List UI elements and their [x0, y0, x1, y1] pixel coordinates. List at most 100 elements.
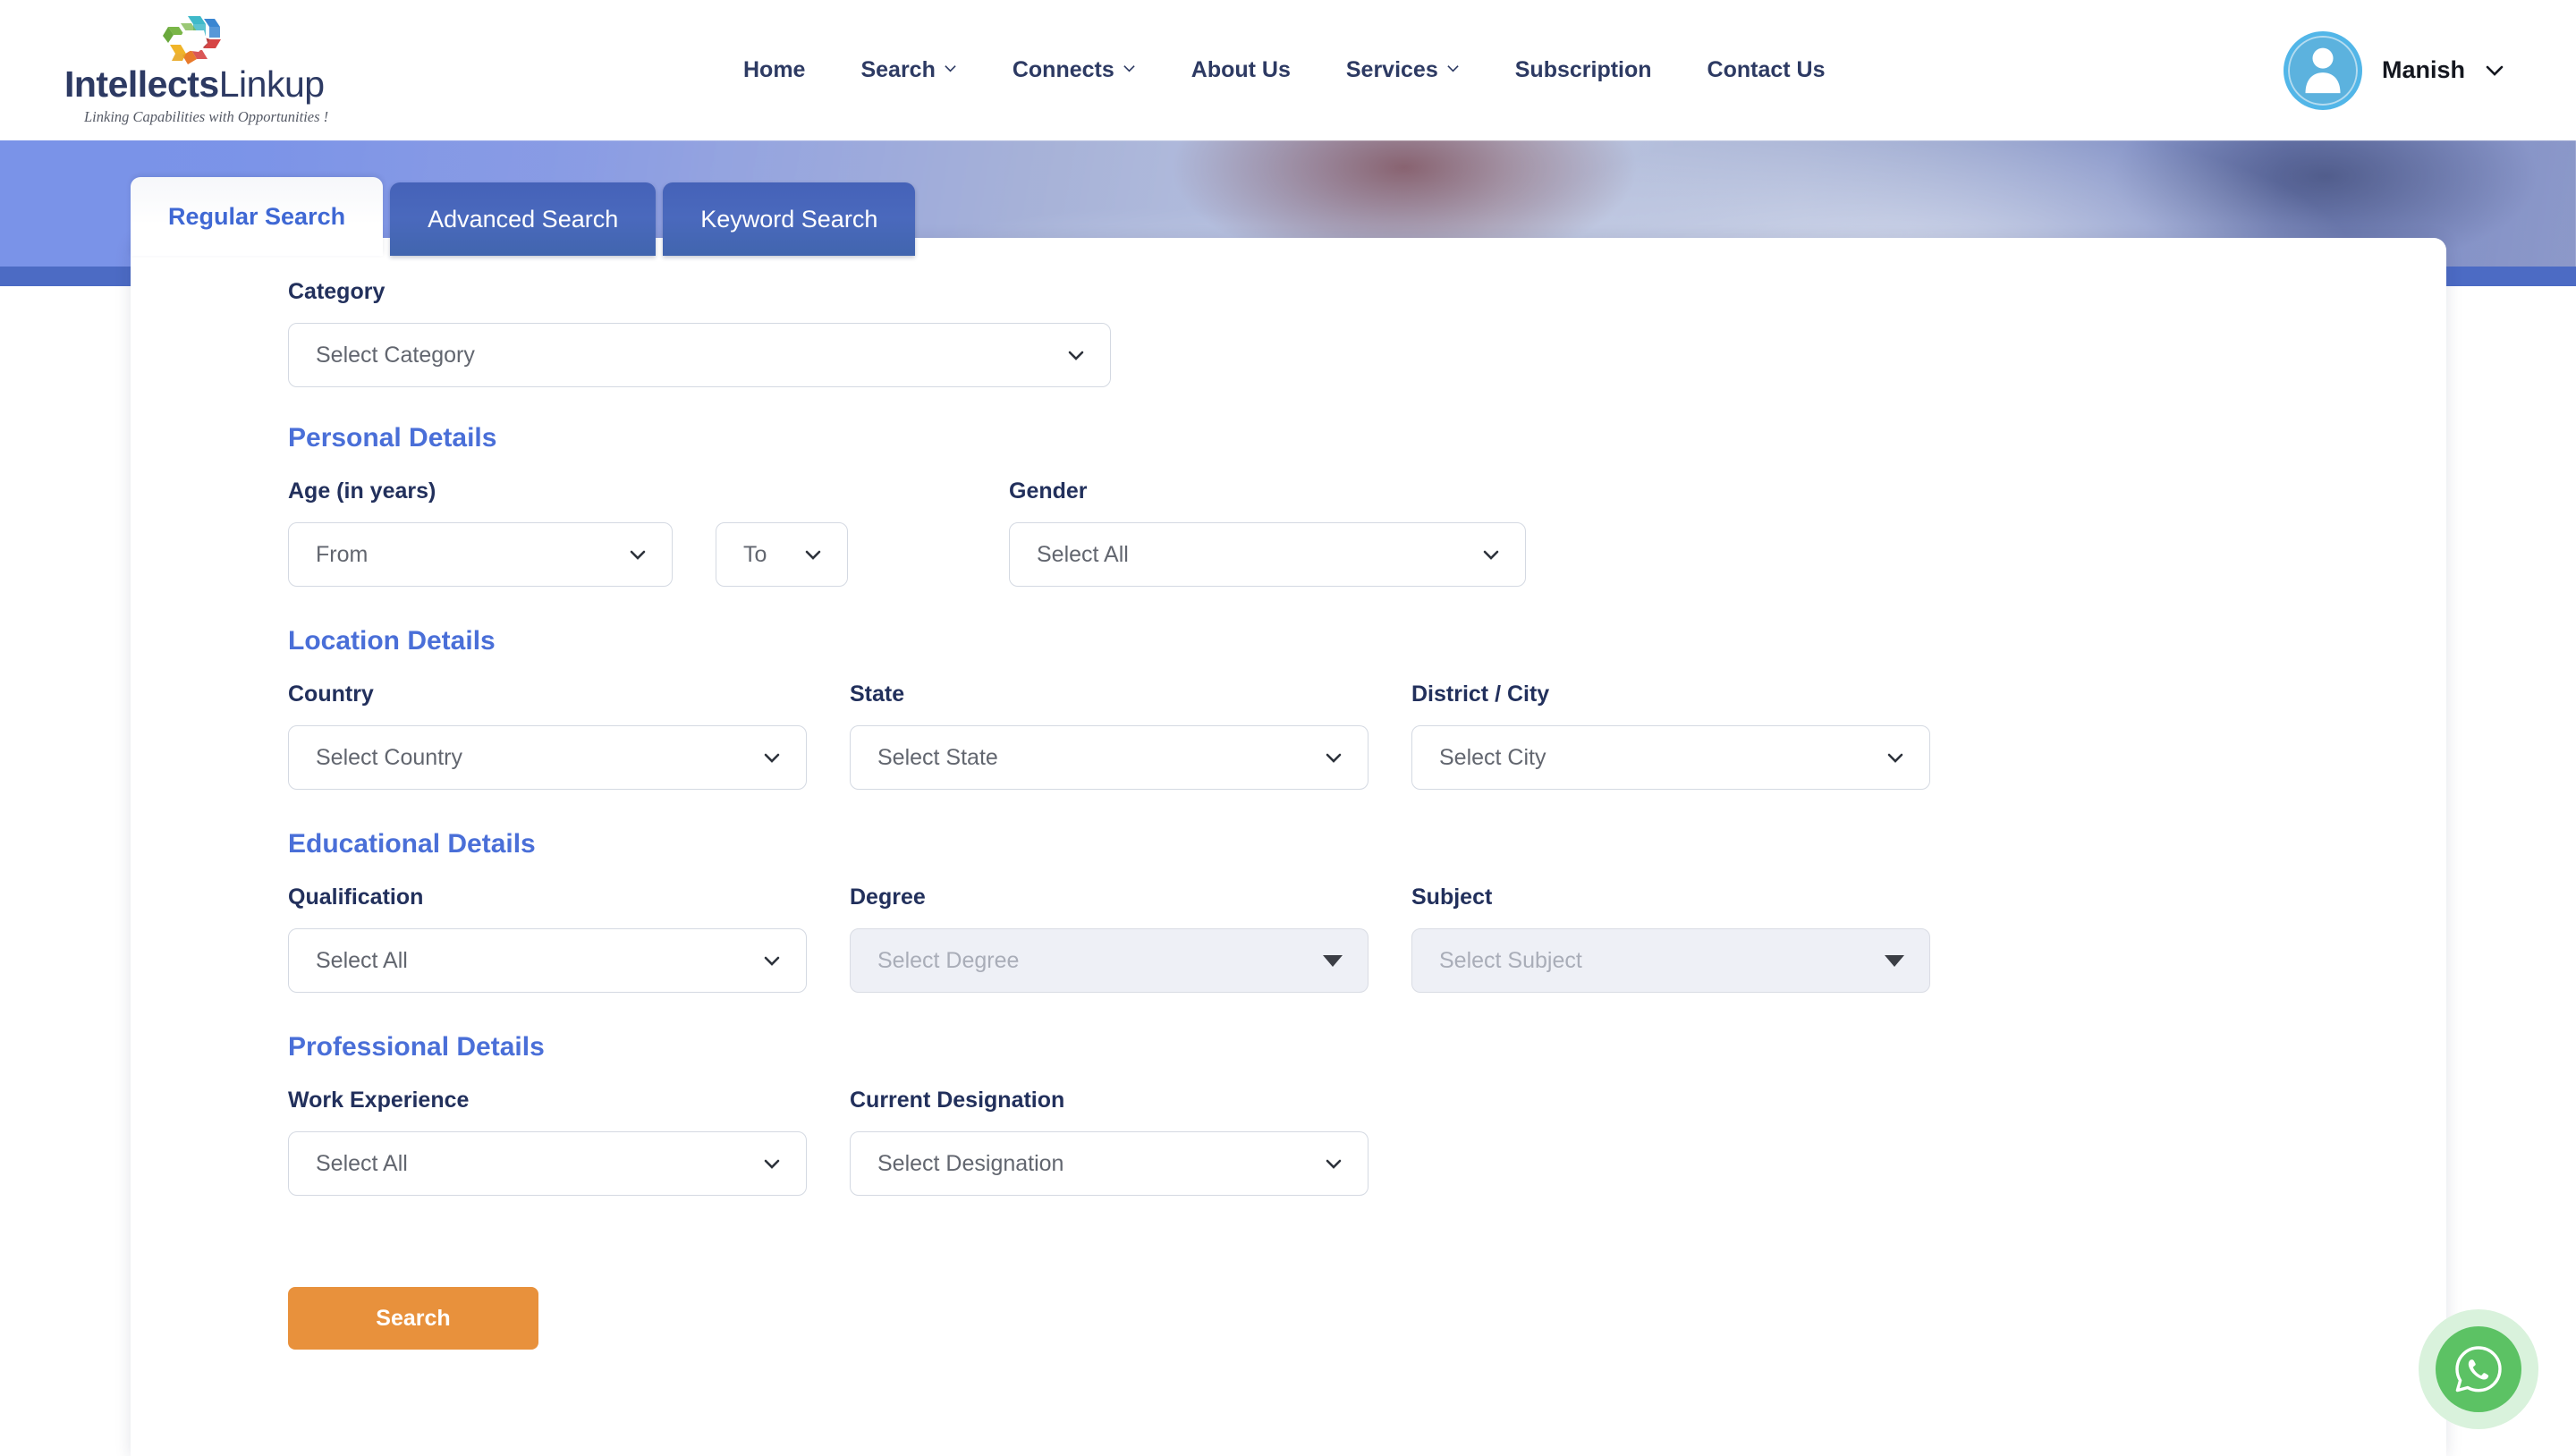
field-age: Age (in years) From To	[288, 478, 848, 587]
city-select[interactable]: Select City	[1411, 725, 1930, 790]
nav-item-search[interactable]: Search	[833, 57, 984, 83]
chevron-down-icon	[1446, 62, 1460, 75]
user-menu[interactable]: Manish	[2283, 0, 2504, 140]
user-name: Manish	[2381, 56, 2465, 83]
state-select[interactable]: Select State	[850, 725, 1368, 790]
qualification-select[interactable]: Select All	[288, 928, 807, 993]
section-title-educational-details: Educational Details	[288, 829, 536, 859]
nav-label: Subscription	[1514, 57, 1652, 82]
tab-keyword-search[interactable]: Keyword Search	[663, 182, 916, 256]
field-current-designation: Current Designation Select Designation	[850, 1088, 1368, 1196]
designation-select-value: Select Designation	[877, 1150, 1064, 1176]
nav-label: Services	[1345, 57, 1438, 82]
gender-select-value: Select All	[1037, 541, 1129, 567]
regular-search-panel: Category Select Category Personal Detail…	[131, 238, 2446, 1456]
triangle-down-icon	[1885, 954, 1904, 967]
chevron-down-icon	[1321, 1151, 1346, 1176]
country-select-value: Select Country	[316, 744, 462, 770]
chevron-down-icon	[1479, 542, 1504, 567]
field-label-category: Category	[288, 279, 386, 304]
nav-item-connects[interactable]: Connects	[985, 57, 1164, 83]
logo-wordmark: IntellectsLinkup	[64, 63, 333, 106]
subject-select-value: Select Subject	[1439, 947, 1582, 973]
logo-tagline: Linking Capabilities with Opportunities …	[84, 108, 329, 125]
logo-hexagon-icon	[161, 14, 227, 70]
chevron-down-icon	[759, 745, 784, 770]
field-category: Category Select Category	[288, 279, 1111, 387]
section-location-details: Location Details Country Select Country …	[288, 626, 2446, 790]
section-title-personal-details: Personal Details	[288, 423, 497, 453]
field-work-experience: Work Experience Select All	[288, 1088, 807, 1196]
chevron-down-icon[interactable]	[2485, 61, 2504, 80]
field-label-country: Country	[288, 681, 374, 707]
tab-regular-search[interactable]: Regular Search	[131, 177, 384, 256]
nav-label: Search	[860, 57, 936, 82]
age-to-value: To	[743, 541, 767, 567]
gender-select[interactable]: Select All	[1009, 522, 1526, 587]
section-educational-details: Educational Details Qualification Select…	[288, 829, 2446, 993]
chevron-down-icon	[1321, 745, 1346, 770]
regular-search-form: Category Select Category Personal Detail…	[131, 238, 2446, 1350]
field-degree: Degree Select Degree	[850, 885, 1368, 993]
field-gender: Gender Select All	[1009, 478, 1526, 587]
logo[interactable]: IntellectsLinkup Linking Capabilities wi…	[64, 14, 333, 125]
user-avatar-icon	[2305, 47, 2341, 93]
nav-item-services[interactable]: Services	[1318, 57, 1487, 83]
search-submit-button[interactable]: Search	[288, 1287, 538, 1350]
nav-item-home[interactable]: Home	[716, 57, 833, 83]
field-subject: Subject Select Subject	[1411, 885, 1930, 993]
age-range-row: From To	[288, 522, 848, 587]
category-select[interactable]: Select Category	[288, 323, 1111, 387]
state-select-value: Select State	[877, 744, 998, 770]
field-label-gender: Gender	[1009, 478, 1088, 504]
logo-name-bold: Intellects	[64, 63, 219, 105]
nav-item-about-us[interactable]: About Us	[1164, 57, 1318, 83]
field-label-age: Age (in years)	[288, 478, 436, 504]
tab-advanced-search[interactable]: Advanced Search	[390, 182, 657, 256]
whatsapp-float-button[interactable]	[2419, 1309, 2538, 1429]
age-from-value: From	[316, 541, 369, 567]
field-label-work-experience: Work Experience	[288, 1088, 470, 1113]
chevron-down-icon	[1123, 62, 1136, 75]
field-label-district-city: District / City	[1411, 681, 1550, 707]
field-qualification: Qualification Select All	[288, 885, 807, 993]
professional-details-row: Work Experience Select All Current Desig…	[288, 1088, 2446, 1196]
nav-item-contact-us[interactable]: Contact Us	[1680, 57, 1853, 83]
nav-item-subscription[interactable]: Subscription	[1487, 57, 1680, 83]
chevron-down-icon	[801, 542, 826, 567]
field-state: State Select State	[850, 681, 1368, 790]
section-title-location-details: Location Details	[288, 626, 496, 656]
degree-select-value: Select Degree	[877, 947, 1020, 973]
whatsapp-icon	[2436, 1326, 2521, 1412]
avatar[interactable]	[2283, 30, 2362, 110]
designation-select[interactable]: Select Designation	[850, 1131, 1368, 1196]
section-title-professional-details: Professional Details	[288, 1032, 545, 1062]
qualification-select-value: Select All	[316, 947, 408, 973]
triangle-down-icon	[1323, 954, 1343, 967]
educational-details-row: Qualification Select All Degree Select D…	[288, 885, 2446, 993]
main-navigation: Home Search Connects About Us Services S…	[716, 0, 1853, 140]
city-select-value: Select City	[1439, 744, 1546, 770]
age-to-select[interactable]: To	[716, 522, 848, 587]
nav-label: Connects	[1012, 57, 1114, 82]
nav-label: Contact Us	[1707, 57, 1826, 82]
age-from-select[interactable]: From	[288, 522, 673, 587]
chevron-down-icon	[759, 948, 784, 973]
chevron-down-icon	[1883, 745, 1908, 770]
field-label-qualification: Qualification	[288, 885, 424, 910]
section-personal-details: Personal Details Age (in years) From To	[288, 423, 2446, 587]
nav-label: About Us	[1191, 57, 1291, 82]
country-select[interactable]: Select Country	[288, 725, 807, 790]
location-details-row: Country Select Country State Select Stat…	[288, 681, 2446, 790]
chevron-down-icon	[944, 62, 957, 75]
chevron-down-icon	[625, 542, 650, 567]
logo-name-light: Linkup	[218, 63, 325, 105]
field-label-current-designation: Current Designation	[850, 1088, 1065, 1113]
work-experience-select[interactable]: Select All	[288, 1131, 807, 1196]
site-header: IntellectsLinkup Linking Capabilities wi…	[0, 0, 2576, 140]
degree-select: Select Degree	[850, 928, 1368, 993]
field-label-subject: Subject	[1411, 885, 1493, 910]
chevron-down-icon	[759, 1151, 784, 1176]
field-country: Country Select Country	[288, 681, 807, 790]
section-professional-details: Professional Details Work Experience Sel…	[288, 1032, 2446, 1196]
